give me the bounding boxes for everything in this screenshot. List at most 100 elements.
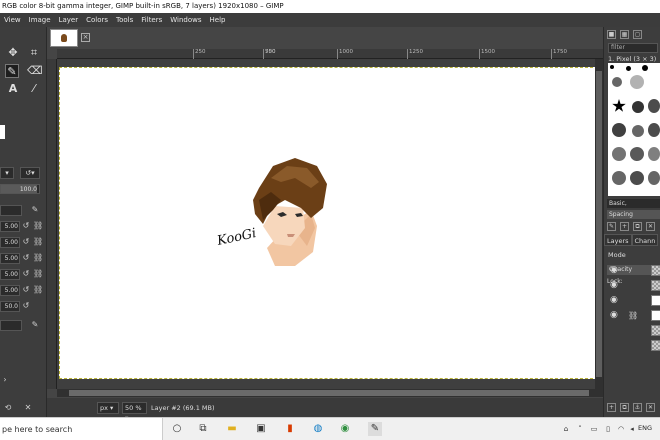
delete-options-icon[interactable]: ✕ bbox=[23, 403, 33, 413]
dock-font-icon[interactable]: ◻ bbox=[633, 30, 642, 39]
input-language[interactable]: ENG bbox=[638, 424, 652, 432]
layer-row[interactable] bbox=[604, 338, 660, 353]
brush-preset[interactable] bbox=[612, 147, 626, 161]
vertical-scrollbar[interactable] bbox=[595, 59, 603, 389]
link-spacing-icon[interactable]: ⛓ bbox=[33, 269, 43, 279]
brush-field[interactable] bbox=[0, 205, 22, 216]
chain-icon[interactable]: ⛓ bbox=[628, 311, 638, 320]
brush-preset[interactable] bbox=[648, 147, 660, 161]
brush-preset[interactable] bbox=[612, 171, 626, 185]
tray-wifi-icon[interactable]: ◠ bbox=[617, 425, 625, 433]
link-size-icon[interactable]: ⛓ bbox=[33, 221, 43, 231]
link-aspect-icon[interactable]: ⛓ bbox=[33, 237, 43, 247]
reset-spacing-icon[interactable]: ↺ bbox=[21, 269, 31, 279]
tray-battery-icon[interactable]: ▯ bbox=[604, 425, 612, 433]
image-tab-thumbnail[interactable] bbox=[50, 29, 78, 47]
brush-preset[interactable] bbox=[632, 125, 644, 137]
raise-layer-icon[interactable]: ⧉ bbox=[620, 403, 629, 412]
dock-pattern-icon[interactable]: ▦ bbox=[620, 30, 629, 39]
brush-preset[interactable] bbox=[630, 75, 644, 89]
reset-force-icon[interactable]: ↺ bbox=[21, 301, 31, 311]
brush-preset[interactable] bbox=[612, 77, 622, 87]
image-canvas[interactable]: KooGi bbox=[59, 67, 598, 379]
size-spin[interactable]: 5.00 bbox=[0, 221, 20, 232]
reset-size-icon[interactable]: ↺ bbox=[21, 221, 31, 231]
edit-brush-action-icon[interactable]: ✎ bbox=[607, 222, 616, 231]
new-layer-icon[interactable]: + bbox=[607, 403, 616, 412]
layer-row[interactable]: ◉ bbox=[604, 263, 660, 278]
crop-tool-icon[interactable]: ⌗ bbox=[27, 46, 41, 60]
menu-view[interactable]: View bbox=[0, 13, 25, 27]
task-view-icon[interactable]: ⧉ bbox=[196, 422, 210, 436]
dock-brush-icon[interactable]: ■ bbox=[607, 30, 616, 39]
eye-icon[interactable]: ◉ bbox=[610, 296, 622, 305]
edge-icon[interactable]: ◍ bbox=[311, 422, 325, 436]
taskbar-search-input[interactable]: pe here to search bbox=[0, 418, 163, 440]
brush-preset[interactable] bbox=[648, 171, 660, 185]
dynamics-field[interactable] bbox=[0, 320, 22, 331]
menu-layer[interactable]: Layer bbox=[55, 13, 83, 27]
brush-preset[interactable] bbox=[648, 123, 660, 137]
layer-row[interactable]: ◉ bbox=[604, 278, 660, 293]
tray-chevron-icon[interactable]: ˄ bbox=[576, 425, 584, 433]
store-icon[interactable]: ▣ bbox=[254, 422, 268, 436]
text-tool-icon[interactable]: A bbox=[6, 82, 20, 96]
eraser-tool-icon[interactable]: ⌫ bbox=[27, 64, 43, 78]
aspect-spin[interactable]: 5.00 bbox=[0, 237, 20, 248]
delete-layer-icon[interactable]: ✕ bbox=[646, 403, 655, 412]
unit-select[interactable]: px ▾ bbox=[97, 401, 119, 414]
file-explorer-icon[interactable]: ▬ bbox=[225, 422, 239, 436]
brush-preset[interactable] bbox=[642, 65, 648, 71]
menu-windows[interactable]: Windows bbox=[166, 13, 205, 27]
delete-brush-icon[interactable]: ✕ bbox=[646, 222, 655, 231]
menu-image[interactable]: Image bbox=[25, 13, 55, 27]
chrome-icon[interactable]: ◉ bbox=[338, 422, 352, 436]
reset-angle-icon[interactable]: ↺ bbox=[21, 253, 31, 263]
tray-people-icon[interactable]: ⌂ bbox=[562, 425, 570, 433]
paintbrush-tool-icon[interactable]: ✎ bbox=[5, 64, 19, 78]
menu-colors[interactable]: Colors bbox=[82, 13, 112, 27]
tab-layers[interactable]: Layers bbox=[604, 234, 632, 246]
opacity-slider[interactable]: 100.0 bbox=[0, 184, 40, 194]
color-picker-tool-icon[interactable]: ⁄ bbox=[27, 82, 41, 96]
layer-row[interactable] bbox=[604, 323, 660, 338]
edit-dynamics-icon[interactable]: ✎ bbox=[30, 320, 40, 330]
force-spin[interactable]: 50.0 bbox=[0, 301, 20, 312]
canvas-viewport[interactable]: KooGi bbox=[57, 59, 603, 389]
brush-tag-field[interactable]: Basic, bbox=[607, 199, 660, 208]
eye-icon[interactable]: ◉ bbox=[610, 281, 622, 290]
reset-options-icon[interactable]: ⟲ bbox=[3, 403, 13, 413]
brush-preset[interactable] bbox=[626, 66, 631, 71]
brush-preset[interactable] bbox=[630, 147, 644, 161]
brush-preset[interactable] bbox=[648, 99, 660, 113]
foreground-color-swatch[interactable] bbox=[0, 125, 5, 139]
brush-preset[interactable] bbox=[630, 171, 644, 185]
zoom-select[interactable]: 50 % ▾ bbox=[122, 401, 147, 422]
layer-row[interactable]: ◉ ⛓ bbox=[604, 308, 660, 323]
reset-hardness-icon[interactable]: ↺ bbox=[21, 285, 31, 295]
eye-icon[interactable]: ◉ bbox=[610, 266, 622, 275]
brush-grid[interactable] bbox=[608, 63, 660, 196]
brush-preset[interactable] bbox=[612, 99, 626, 112]
brush-preset[interactable] bbox=[612, 123, 626, 137]
options-icon[interactable]: › bbox=[0, 375, 10, 385]
office-icon[interactable]: ▮ bbox=[283, 422, 297, 436]
new-brush-icon[interactable]: + bbox=[620, 222, 629, 231]
menu-help[interactable]: Help bbox=[206, 13, 230, 27]
duplicate-brush-icon[interactable]: ⧉ bbox=[633, 222, 642, 231]
edit-brush-icon[interactable]: ✎ bbox=[30, 205, 40, 215]
move-tool-icon[interactable]: ✥ bbox=[6, 46, 20, 60]
blend-select[interactable]: ↺▾ bbox=[20, 167, 40, 179]
mode-select[interactable]: ▾ bbox=[0, 167, 14, 179]
tab-channels[interactable]: Chann bbox=[631, 234, 659, 246]
brush-preset[interactable] bbox=[610, 65, 614, 69]
brush-filter-input[interactable]: filter bbox=[608, 43, 658, 53]
angle-spin[interactable]: 5.00 bbox=[0, 253, 20, 264]
tray-network-icon[interactable]: ▭ bbox=[590, 425, 598, 433]
tray-volume-icon[interactable]: ◂ bbox=[628, 425, 636, 433]
spacing-slider[interactable]: Spacing bbox=[607, 210, 660, 219]
link-angle-icon[interactable]: ⛓ bbox=[33, 253, 43, 263]
spacing-spin[interactable]: 5.00 bbox=[0, 269, 20, 280]
anchor-layer-icon[interactable]: ⚓ bbox=[633, 403, 642, 412]
menu-filters[interactable]: Filters bbox=[137, 13, 166, 27]
